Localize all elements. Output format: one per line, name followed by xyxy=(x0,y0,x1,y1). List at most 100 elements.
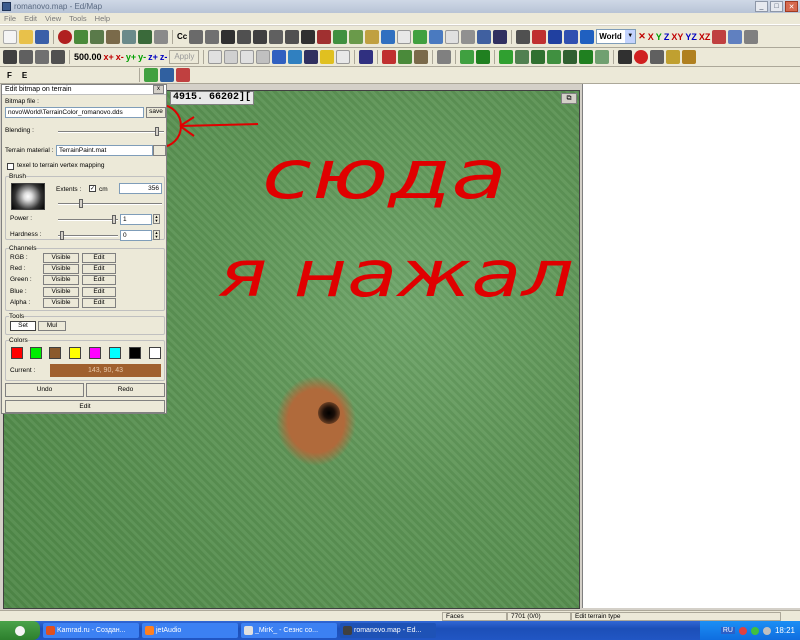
z-minus-button[interactable]: z- xyxy=(160,52,168,62)
z-plus-button[interactable]: z+ xyxy=(148,52,158,62)
channel-rgb-visible-button[interactable]: Visible xyxy=(43,253,79,263)
zone-icon[interactable] xyxy=(317,29,332,44)
power-spinner[interactable]: ▲ ▼ xyxy=(153,214,160,224)
snap-grid-icon[interactable] xyxy=(35,50,49,64)
tray-volume-icon[interactable] xyxy=(762,626,771,635)
channel-green-visible-button[interactable]: Visible xyxy=(43,275,79,285)
task-romanovo[interactable]: romanovo.map - Ed... xyxy=(340,623,436,638)
light-icon[interactable] xyxy=(205,29,220,44)
channel-rgb-edit-button[interactable]: Edit xyxy=(82,253,116,263)
vegetation-icon[interactable] xyxy=(349,29,364,44)
minimize-button[interactable]: _ xyxy=(755,1,768,12)
terrain-paint-icon[interactable] xyxy=(90,29,104,44)
camera-icon[interactable] xyxy=(189,29,204,44)
language-indicator[interactable]: RU xyxy=(720,627,735,634)
box-icon[interactable] xyxy=(516,29,531,44)
new-file-icon[interactable] xyxy=(3,29,17,44)
settings-icon[interactable] xyxy=(461,29,476,44)
film-icon[interactable] xyxy=(650,50,665,64)
channel-alpha-visible-button[interactable]: Visible xyxy=(43,298,79,308)
water-icon[interactable] xyxy=(381,29,396,44)
axis-xz-button[interactable]: XZ xyxy=(699,32,711,42)
check-icon[interactable] xyxy=(413,29,428,44)
terrain-material-input[interactable]: TerrainPaint.mat xyxy=(56,145,153,156)
bulb-icon[interactable] xyxy=(240,50,255,64)
start-button[interactable] xyxy=(0,621,40,640)
flash-icon[interactable] xyxy=(320,50,335,64)
add-icon[interactable] xyxy=(499,50,514,64)
paint-brown-icon[interactable] xyxy=(414,50,429,64)
save-button[interactable]: save xyxy=(146,107,166,118)
color-swatch-magenta[interactable] xyxy=(89,347,101,359)
channel-blue-edit-button[interactable]: Edit xyxy=(82,287,116,297)
redo-button[interactable]: Redo xyxy=(86,383,165,397)
material-browse-button[interactable] xyxy=(153,145,166,156)
show-eye-icon[interactable] xyxy=(359,50,374,64)
waypoint-icon[interactable] xyxy=(256,50,271,64)
paint-red-icon[interactable] xyxy=(382,50,397,64)
link-icon[interactable] xyxy=(272,50,287,64)
script-icon[interactable] xyxy=(493,29,508,44)
hardness-spinner[interactable]: ▲ ▼ xyxy=(153,230,160,240)
magnet-icon[interactable] xyxy=(712,29,727,44)
terrain-smooth-icon[interactable] xyxy=(122,29,136,44)
color-swatch-green[interactable] xyxy=(30,347,42,359)
record-circle-icon[interactable] xyxy=(634,50,649,64)
channel-red-edit-button[interactable]: Edit xyxy=(82,264,116,274)
color-swatch-red[interactable] xyxy=(11,347,23,359)
dialog-close-button[interactable]: x xyxy=(153,85,164,94)
build-icon[interactable] xyxy=(666,50,681,64)
color-swatch-brown[interactable] xyxy=(49,347,61,359)
task-kamrad[interactable]: Kamrad.ru - Создан... xyxy=(43,623,139,638)
axis-x-button[interactable]: X xyxy=(648,32,654,42)
tools-icon[interactable] xyxy=(744,29,759,44)
cm-checkbox[interactable]: ✓ xyxy=(89,185,96,192)
open-folder-icon[interactable] xyxy=(19,29,33,44)
coord-system-select[interactable]: World ▼ xyxy=(596,29,637,44)
rotate-view-icon[interactable] xyxy=(224,50,239,64)
record-icon[interactable] xyxy=(58,29,72,44)
channel-blue-visible-button[interactable]: Visible xyxy=(43,287,79,297)
rotate-icon[interactable] xyxy=(580,29,595,44)
channel-green-edit-button[interactable]: Edit xyxy=(82,275,116,285)
channel-alpha-edit-button[interactable]: Edit xyxy=(82,298,116,308)
ungroup-icon[interactable] xyxy=(547,50,562,64)
terrain-height-icon[interactable] xyxy=(106,29,120,44)
color-swatch-white[interactable] xyxy=(149,347,161,359)
x-plus-button[interactable]: x+ xyxy=(104,52,114,62)
save-disk-icon[interactable] xyxy=(35,29,49,44)
stop-icon[interactable] xyxy=(618,50,633,64)
paint-mode-icon[interactable] xyxy=(176,68,191,82)
close-x-icon[interactable]: ✕ xyxy=(638,31,646,42)
light-build-icon[interactable] xyxy=(682,50,697,64)
menu-tools[interactable]: Tools xyxy=(69,14,87,23)
tool-mul-button[interactable]: Mul xyxy=(38,321,66,331)
power-slider-thumb[interactable] xyxy=(112,215,116,224)
close-button[interactable]: ✕ xyxy=(785,1,798,12)
x-minus-button[interactable]: x- xyxy=(116,52,124,62)
props-icon[interactable] xyxy=(336,50,351,64)
hand-icon[interactable] xyxy=(208,50,223,64)
grass-icon[interactable] xyxy=(138,29,152,44)
menu-help[interactable]: Help xyxy=(95,14,110,23)
page-icon[interactable] xyxy=(445,29,460,44)
axis-z-button[interactable]: Z xyxy=(664,32,670,42)
eye-icon[interactable] xyxy=(288,50,303,64)
unlink-icon[interactable] xyxy=(304,50,319,64)
axis-xy-button[interactable]: XY xyxy=(671,32,683,42)
tool-set-button[interactable]: Set xyxy=(10,321,36,331)
mesh-icon[interactable] xyxy=(237,29,252,44)
lower-icon[interactable] xyxy=(476,50,491,64)
color-swatch-cyan[interactable] xyxy=(109,347,121,359)
grid-icon[interactable] xyxy=(429,29,444,44)
bitmap-file-input[interactable]: novo\World\TerrainColor_romanovo.dds xyxy=(5,107,144,118)
y-minus-button[interactable]: y- xyxy=(138,52,146,62)
export-icon[interactable] xyxy=(595,50,610,64)
move-icon[interactable] xyxy=(564,29,579,44)
undo-button[interactable]: Undo xyxy=(5,383,84,397)
color-swatch-yellow[interactable] xyxy=(69,347,81,359)
y-plus-button[interactable]: y+ xyxy=(126,52,136,62)
attach-icon[interactable] xyxy=(563,50,578,64)
layer-mode-icon[interactable] xyxy=(160,68,175,82)
decal-icon[interactable] xyxy=(365,29,380,44)
